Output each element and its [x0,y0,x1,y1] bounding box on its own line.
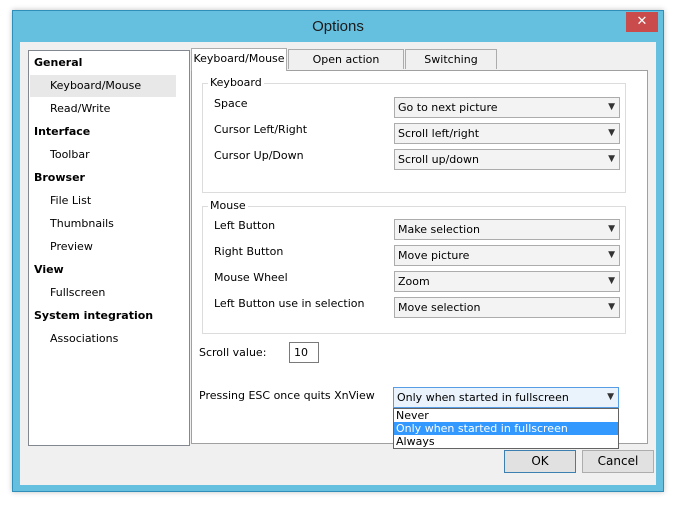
mouse-group-title: Mouse [208,199,248,212]
tab-open-action-browser[interactable]: Open action (Browser) [288,49,404,85]
space-select[interactable]: Go to next picture ▼ [394,97,620,118]
dropdown-option-never[interactable]: Never [394,409,618,422]
keyboard-group-title: Keyboard [208,76,264,89]
esc-quits-label: Pressing ESC once quits XnView [199,389,375,402]
tree-item-file-list[interactable]: File List [29,190,189,212]
tab-panel: Keyboard Space Go to next picture ▼ Curso… [191,70,648,449]
cancel-button[interactable]: Cancel [582,450,654,473]
tree-item-fullscreen[interactable]: Fullscreen [29,282,189,304]
chevron-down-icon: ▼ [608,250,615,260]
dialog-client-area: General Keyboard/Mouse Read/Write Interf… [20,42,656,485]
ok-button[interactable]: OK [504,450,576,473]
right-button-label: Right Button [214,245,284,258]
mouse-wheel-select-value: Zoom [398,275,430,288]
space-select-value: Go to next picture [398,101,498,114]
tree-item-toolbar[interactable]: Toolbar [29,144,189,166]
tab-keyboard-mouse[interactable]: Keyboard/Mouse [191,48,287,71]
tree-item-preview[interactable]: Preview [29,236,189,258]
tree-item-thumbnails[interactable]: Thumbnails [29,213,189,235]
mouse-wheel-label: Mouse Wheel [214,271,288,284]
tree-category-general[interactable]: General [29,52,189,74]
right-button-select[interactable]: Move picture ▼ [394,245,620,266]
cursor-up-down-select[interactable]: Scroll up/down ▼ [394,149,620,170]
esc-quits-dropdown-list: Never Only when started in fullscreen Al… [393,408,619,449]
chevron-down-icon: ▼ [608,128,615,138]
tree-category-browser[interactable]: Browser [29,167,189,189]
left-button-selection-select-value: Move selection [398,301,481,314]
tree-category-view[interactable]: View [29,259,189,281]
close-button[interactable]: ✕ [626,12,658,32]
cursor-left-right-select-value: Scroll left/right [398,127,480,140]
window-title: Options [312,18,364,35]
tree-category-system-integration[interactable]: System integration [29,305,189,327]
chevron-down-icon: ▼ [608,224,615,234]
cursor-up-down-label: Cursor Up/Down [214,149,304,162]
cursor-left-right-select[interactable]: Scroll left/right ▼ [394,123,620,144]
chevron-down-icon: ▼ [608,102,615,112]
mouse-wheel-select[interactable]: Zoom ▼ [394,271,620,292]
space-label: Space [214,97,248,110]
keyboard-group: Keyboard Space Go to next picture ▼ Curso… [202,76,626,193]
cursor-left-right-label: Cursor Left/Right [214,123,308,136]
left-button-select-value: Make selection [398,223,480,236]
tab-switching-modes[interactable]: Switching modes [405,49,497,85]
options-tree[interactable]: General Keyboard/Mouse Read/Write Interf… [28,50,190,446]
cursor-up-down-select-value: Scroll up/down [398,153,479,166]
chevron-down-icon: ▼ [607,392,614,402]
scroll-value-label: Scroll value: [199,346,267,359]
esc-quits-select[interactable]: Only when started in fullscreen ▼ [393,387,619,408]
dropdown-option-only-fullscreen[interactable]: Only when started in fullscreen [394,422,618,435]
dropdown-option-always[interactable]: Always [394,435,618,448]
tree-item-read-write[interactable]: Read/Write [29,98,189,120]
left-button-selection-label: Left Button use in selection [214,297,365,310]
left-button-label: Left Button [214,219,276,232]
mouse-group: Mouse Left Button Make selection ▼ Right … [202,199,626,334]
tree-category-interface[interactable]: Interface [29,121,189,143]
chevron-down-icon: ▼ [608,154,615,164]
esc-quits-select-value: Only when started in fullscreen [397,391,569,404]
chevron-down-icon: ▼ [608,276,615,286]
right-button-select-value: Move picture [398,249,470,262]
left-button-selection-select[interactable]: Move selection ▼ [394,297,620,318]
tree-item-associations[interactable]: Associations [29,328,189,350]
chevron-down-icon: ▼ [608,302,615,312]
close-icon: ✕ [636,14,648,29]
title-bar[interactable]: Options ✕ [13,11,663,43]
scroll-value-input[interactable]: 10 [289,342,319,363]
options-window: Options ✕ General Keyboard/Mouse Read/Wr… [12,10,664,492]
tree-item-keyboard-mouse[interactable]: Keyboard/Mouse [30,75,176,97]
left-button-select[interactable]: Make selection ▼ [394,219,620,240]
